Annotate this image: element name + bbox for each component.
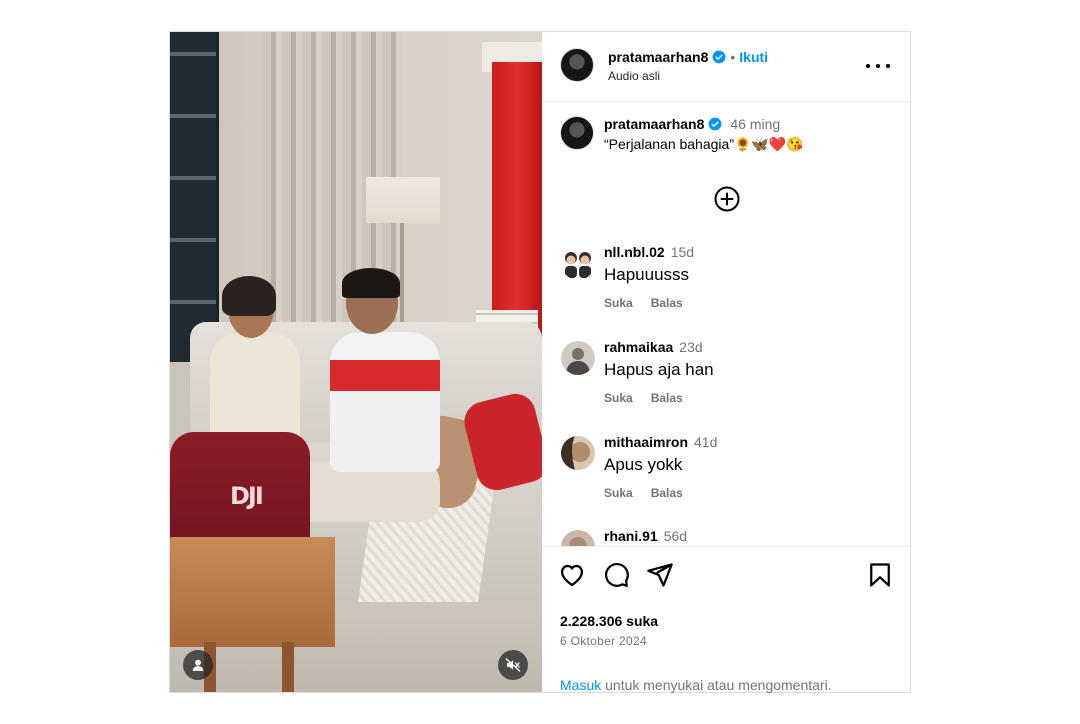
user-tag-icon: [192, 659, 204, 671]
caption-author-line: pratamaarhan8 46 ming: [604, 116, 780, 134]
comment-item: mithaaimron 41d Apus yokk Suka Balas: [558, 434, 898, 514]
comment-reply-button[interactable]: Balas: [651, 296, 683, 310]
comment-like-button[interactable]: Suka: [604, 486, 633, 500]
video-scene-bag-logo: DJI: [230, 482, 264, 510]
commenter-avatar[interactable]: [561, 436, 595, 470]
audio-link[interactable]: Audio asli: [608, 69, 660, 83]
comment-like-button[interactable]: Suka: [604, 391, 633, 405]
plus-circle-icon[interactable]: [714, 186, 740, 212]
login-prompt: Masuk untuk menyukai atau mengomentari.: [560, 677, 832, 693]
video-scene-table-leg: [282, 642, 294, 692]
commenter-username[interactable]: rhani.91 56d: [604, 528, 687, 544]
caption-time[interactable]: 46 ming: [730, 116, 780, 132]
commenter-username[interactable]: mithaaimron 41d: [604, 434, 717, 450]
separator-dot: •: [730, 49, 736, 65]
more-options-icon[interactable]: [866, 58, 890, 74]
commenter-username-text[interactable]: nll.nbl.02: [604, 244, 665, 260]
like-count[interactable]: 2.228.306 suka: [560, 613, 658, 629]
video-scene-woman-hair: [222, 276, 276, 316]
commenter-avatar-image: [561, 436, 595, 470]
comment-reply-button[interactable]: Balas: [651, 391, 683, 405]
comment-text: Hapuuusss: [604, 265, 690, 284]
post-video[interactable]: DJI: [170, 32, 542, 692]
commenter-avatar-image: [561, 341, 595, 375]
video-scene-window: [170, 32, 219, 362]
comment-icon[interactable]: [602, 561, 630, 589]
comment-reply-button[interactable]: Balas: [651, 486, 683, 500]
comment-item: rhani.91 56d: [558, 528, 898, 546]
login-link[interactable]: Masuk: [560, 677, 601, 693]
comment-time[interactable]: 56d: [664, 528, 687, 544]
video-scene-lamp: [366, 177, 440, 223]
post-sidebar: pratamaarhan8 • Ikuti Audio asli pratamaar…: [542, 32, 910, 693]
commenter-avatar[interactable]: [561, 246, 595, 280]
instagram-post: DJI pratamaarhan8 • Ikuti Audio asli pra…: [169, 31, 911, 693]
comment-time[interactable]: 15d: [671, 244, 694, 260]
post-date[interactable]: 6 Oktober 2024: [560, 634, 647, 648]
commenter-username-text[interactable]: mithaaimron: [604, 434, 688, 450]
comment-actions: Suka Balas: [604, 391, 701, 405]
mute-button[interactable]: [498, 650, 528, 680]
commenter-username[interactable]: rahmaikaa 23d: [604, 339, 703, 355]
commenter-username-text[interactable]: rahmaikaa: [604, 339, 673, 355]
video-scene-man: [330, 332, 440, 472]
video-scene-table: [170, 537, 335, 647]
comment-time[interactable]: 41d: [694, 434, 717, 450]
commenter-avatar-image: [561, 246, 595, 280]
comment-time[interactable]: 23d: [679, 339, 702, 355]
video-scene-lamp-pole: [400, 223, 404, 333]
paper-plane-icon[interactable]: [646, 561, 674, 589]
commenter-username[interactable]: nll.nbl.02 15d: [604, 244, 694, 260]
commenter-avatar[interactable]: [561, 530, 595, 546]
heart-icon[interactable]: [558, 561, 586, 589]
commenter-username-text[interactable]: rhani.91: [604, 528, 658, 544]
comments-scroll-area[interactable]: pratamaarhan8 46 ming “Perjalanan bahagia…: [542, 102, 910, 546]
author-username[interactable]: pratamaarhan8: [608, 49, 708, 65]
post-actions: 2.228.306 suka 6 Oktober 2024 Masuk untu…: [542, 546, 910, 693]
comment-text: Apus yokk: [604, 455, 683, 474]
author-line: pratamaarhan8 • Ikuti: [608, 49, 768, 67]
author-avatar[interactable]: [560, 48, 594, 82]
follow-button[interactable]: Ikuti: [739, 49, 768, 65]
commenter-avatar-image: [561, 530, 595, 546]
comment-text: Hapus aja han: [604, 360, 714, 379]
bookmark-icon[interactable]: [866, 561, 894, 589]
muted-speaker-icon: [505, 658, 521, 672]
video-scene-red-curtain: [492, 62, 542, 342]
comment-item: rahmaikaa 23d Hapus aja han Suka Balas: [558, 339, 898, 419]
verified-badge-icon: [712, 50, 726, 64]
user-tag-button[interactable]: [183, 650, 213, 680]
comment-actions: Suka Balas: [604, 486, 701, 500]
caption-author-avatar[interactable]: [560, 116, 594, 150]
caption-author-username[interactable]: pratamaarhan8: [604, 116, 704, 132]
video-scene-man-hair: [342, 268, 400, 298]
verified-badge-icon: [708, 117, 722, 131]
commenter-avatar[interactable]: [561, 341, 595, 375]
caption-text: “Perjalanan bahagia”🌻🦋❤️😘: [604, 136, 804, 152]
comment-item: nll.nbl.02 15d Hapuuusss Suka Balas: [558, 244, 898, 324]
post-header: pratamaarhan8 • Ikuti Audio asli: [542, 32, 910, 102]
comment-actions: Suka Balas: [604, 296, 701, 310]
comment-like-button[interactable]: Suka: [604, 296, 633, 310]
login-prompt-text: untuk menyukai atau mengomentari.: [601, 677, 832, 693]
